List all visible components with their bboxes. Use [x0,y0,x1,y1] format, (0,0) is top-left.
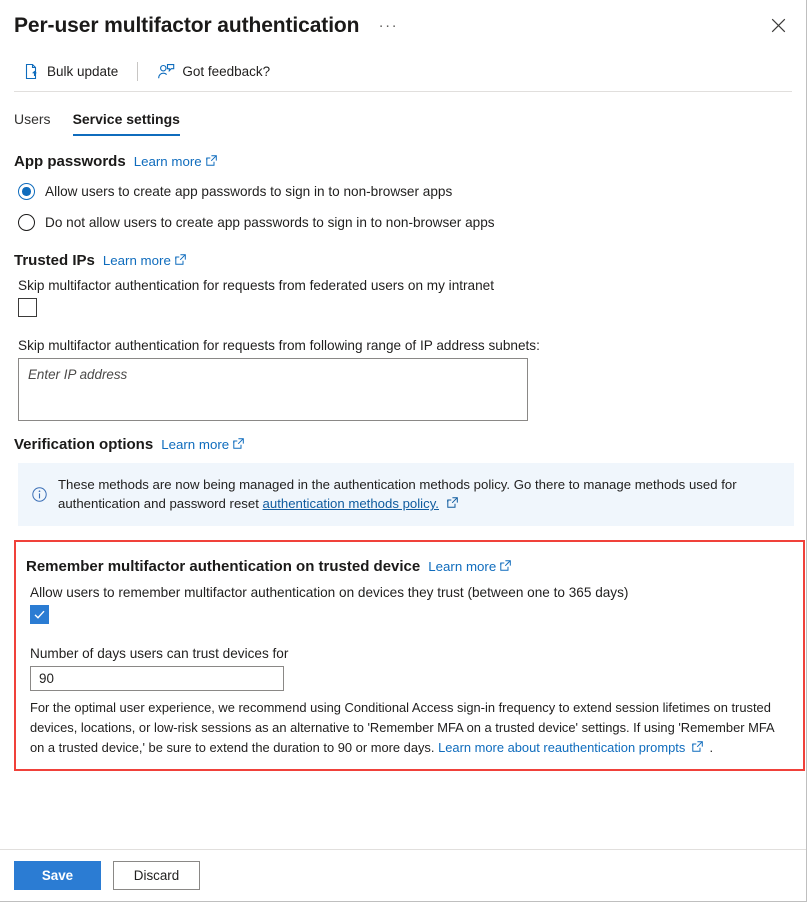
close-icon[interactable] [762,9,794,41]
verification-options-learn-more-label: Learn more [161,437,230,452]
remember-mfa-allow-label: Allow users to remember multifactor auth… [30,585,629,600]
app-passwords-heading-row: App passwords Learn more [14,153,792,170]
trusted-ips-heading-row: Trusted IPs Learn more [14,252,792,269]
app-passwords-learn-more-link[interactable]: Learn more [134,154,217,169]
skip-federated-checkbox[interactable] [18,298,37,317]
trusted-ips-learn-more-label: Learn more [102,253,171,268]
action-footer: Save Discard [0,849,806,901]
trust-days-label: Number of days users can trust devices f… [30,646,289,661]
external-link-icon [692,738,703,758]
tab-list: Users Service settings [0,92,806,136]
radio-disallow-app-passwords-label: Do not allow users to create app passwor… [45,215,495,230]
person-feedback-icon [157,63,175,80]
radio-button-indicator[interactable] [18,214,35,231]
info-circle-icon [32,476,47,513]
bulk-update-button[interactable]: Bulk update [14,57,127,87]
tab-service-settings[interactable]: Service settings [72,111,181,136]
trusted-ips-learn-more-link[interactable]: Learn more [103,253,186,268]
ip-address-input[interactable] [18,358,528,421]
trust-days-input[interactable] [30,666,284,691]
external-link-icon [446,494,458,513]
bulk-update-label: Bulk update [47,64,119,79]
radio-allow-app-passwords-label: Allow users to create app passwords to s… [45,184,453,199]
command-bar-separator [137,62,139,81]
skip-federated-label: Skip multifactor authentication for requ… [18,278,495,293]
verification-options-heading-row: Verification options Learn more [14,436,792,453]
external-link-icon [205,154,217,169]
external-link-icon [233,437,244,452]
remember-mfa-heading: Remember multifactor authentication on t… [26,558,421,575]
checkmark-icon [33,608,46,621]
info-banner-text: These methods are now being managed in t… [58,475,780,513]
save-button[interactable]: Save [14,861,101,890]
tab-users[interactable]: Users [14,111,51,136]
radio-allow-app-passwords[interactable]: Allow users to create app passwords to s… [18,179,792,204]
remember-mfa-checkbox[interactable] [30,605,49,624]
page-title: Per-user multifactor authentication [14,14,360,37]
verification-options-heading: Verification options [14,436,154,453]
verification-options-learn-more-link[interactable]: Learn more [161,437,244,452]
got-feedback-button[interactable]: Got feedback? [148,57,279,87]
ip-subnets-label: Skip multifactor authentication for requ… [18,338,540,353]
helper-text-period: . [709,740,714,755]
app-passwords-learn-more-label: Learn more [133,154,202,169]
reauthentication-prompts-link[interactable]: Learn more about reauthentication prompt… [438,740,685,755]
radio-disallow-app-passwords[interactable]: Do not allow users to create app passwor… [18,210,792,235]
remember-mfa-heading-row: Remember multifactor authentication on t… [26,558,793,575]
authentication-methods-info-banner: These methods are now being managed in t… [18,463,794,526]
got-feedback-label: Got feedback? [182,64,271,79]
remember-mfa-section: Remember multifactor authentication on t… [14,540,805,771]
app-passwords-heading: App passwords [14,153,126,170]
document-upload-icon [23,63,40,80]
titlebar: Per-user multifactor authentication ··· [0,0,806,52]
command-bar: Bulk update Got feedback? [14,52,792,92]
remember-mfa-learn-more-label: Learn more [428,559,497,574]
more-options-icon[interactable]: ··· [375,13,401,39]
radio-button-indicator[interactable] [18,183,35,200]
trusted-ips-heading: Trusted IPs [14,252,95,269]
mfa-settings-panel: Per-user multifactor authentication ··· … [0,0,807,902]
discard-button[interactable]: Discard [113,861,200,890]
authentication-methods-policy-link[interactable]: authentication methods policy. [263,496,439,511]
remember-mfa-helper-text: For the optimal user experience, we reco… [30,698,790,758]
remember-mfa-learn-more-link[interactable]: Learn more [428,559,512,574]
settings-content: App passwords Learn more Allow users to … [0,153,806,771]
external-link-icon [175,253,186,268]
external-link-icon [500,559,512,574]
